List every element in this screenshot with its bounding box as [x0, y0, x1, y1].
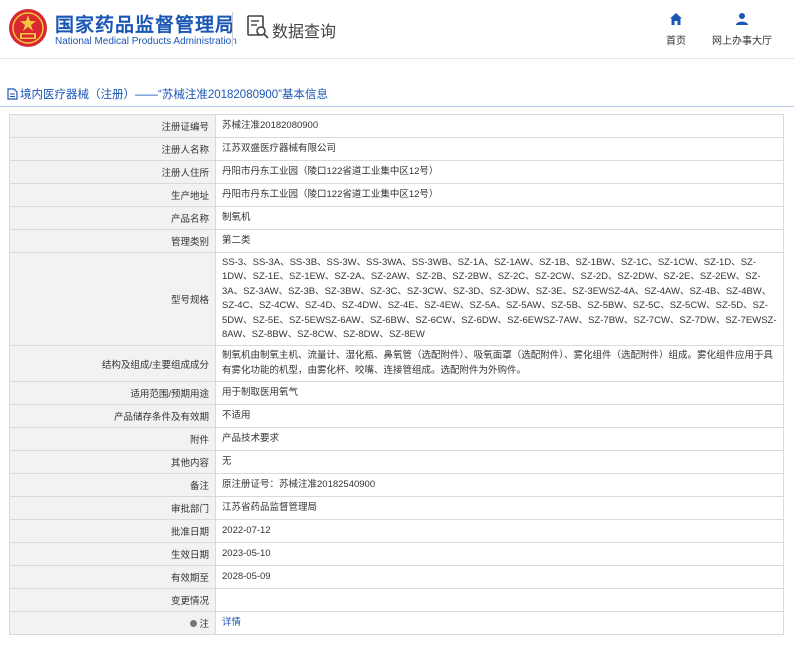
row-label: 产品储存条件及有效期 [9, 404, 216, 429]
row-value: 江苏双盛医疗器械有限公司 [215, 137, 784, 161]
row-value [215, 588, 784, 613]
table-row: 产品名称 制氧机 [9, 206, 784, 230]
row-label: 批准日期 [9, 519, 216, 544]
detail-table: 注册证编号 苏械注准20182080900 注册人名称 江苏双盛医疗器械有限公司 注册人… [9, 114, 784, 636]
table-row: 结构及组成/主要组成成分 制氧机由制氧主机、流量计、湿化瓶、鼻氧管（选配附件）、吸… [9, 345, 784, 383]
record-title-bar: 境内医疗器械（注册）——“苏械注准20182080900”基本信息 [0, 84, 794, 107]
table-row: 产品储存条件及有效期 不适用 [9, 404, 784, 429]
row-value: 丹阳市丹东工业园（陵口122省道工业集中区12号） [215, 160, 784, 184]
table-row: 适用范围/预期用途 用于制取医用氧气 [9, 381, 784, 406]
row-label: 产品名称 [9, 206, 216, 230]
nmpa-emblem-icon [9, 9, 47, 47]
home-icon [670, 13, 682, 25]
row-value: 原注册证号：苏械注准20182540900 [215, 473, 784, 498]
row-value: 制氧机由制氧主机、流量计、湿化瓶、鼻氧管（选配附件）、吸氧面罩（选配附件）、雾化… [215, 345, 784, 383]
row-value: 江苏省药品监督管理局 [215, 496, 784, 521]
row-value: SS-3、SS-3A、SS-3B、SS-3W、SS-3WA、SS-3WB、SZ-… [215, 251, 784, 347]
row-value: 2023-05-10 [215, 542, 784, 567]
table-row: 型号规格 SS-3、SS-3A、SS-3B、SS-3W、SS-3WA、SS-3WB… [9, 251, 784, 347]
row-value: 制氧机 [215, 206, 784, 230]
row-value: 2028-05-09 [215, 565, 784, 590]
section-title: 数据查询 [272, 24, 337, 41]
row-label: 管理类别 [9, 229, 216, 253]
row-label: 结构及组成/主要组成成分 [9, 345, 216, 383]
row-label: 生效日期 [9, 542, 216, 567]
header-divider [232, 12, 233, 46]
details-link[interactable]: 详情 [222, 617, 241, 628]
table-row: 注册人住所 丹阳市丹东工业园（陵口122省道工业集中区12号） [9, 160, 784, 184]
note-label: 注 [199, 619, 209, 631]
row-value: 苏械注准20182080900 [215, 114, 784, 138]
row-value: 2022-07-12 [215, 519, 784, 544]
table-row: 附件 产品技术要求 [9, 427, 784, 452]
table-row: 生效日期 2023-05-10 [9, 542, 784, 567]
table-row: 注册人名称 江苏双盛医疗器械有限公司 [9, 137, 784, 161]
table-row: 生产地址 丹阳市丹东工业园（陵口122省道工业集中区12号） [9, 183, 784, 207]
site-header: 国家药品监督管理局 National Medical Products Admi… [0, 0, 794, 59]
row-label: 型号规格 [9, 251, 216, 347]
document-icon [7, 88, 18, 100]
row-value: 丹阳市丹东工业园（陵口122省道工业集中区12号） [215, 183, 784, 207]
row-label: 生产地址 [9, 183, 216, 207]
row-value: 第二类 [215, 229, 784, 253]
nav-office-label: 网上办事大厅 [712, 36, 772, 47]
table-row: 变更情况 [9, 588, 784, 613]
nav-home-label: 首页 [666, 36, 686, 47]
table-row: 注册证编号 苏械注准20182080900 [9, 114, 784, 138]
row-label: 适用范围/预期用途 [9, 381, 216, 406]
nav-home[interactable]: 首页 [656, 12, 696, 47]
row-label: 附件 [9, 427, 216, 452]
org-name-en: National Medical Products Administration [55, 36, 237, 47]
record-title: 境内医疗器械（注册）——“苏械注准20182080900”基本信息 [20, 89, 329, 101]
nav-online-office[interactable]: 网上办事大厅 [707, 12, 777, 47]
row-label: 其他内容 [9, 450, 216, 475]
row-label: 注册人名称 [9, 137, 216, 161]
data-query-icon [247, 15, 269, 39]
table-row: 备注 原注册证号：苏械注准20182540900 [9, 473, 784, 498]
bulb-icon [190, 620, 198, 628]
org-name-cn: 国家药品监督管理局 [55, 15, 236, 36]
row-label: 有效期至 [9, 565, 216, 590]
row-value: 产品技术要求 [215, 427, 784, 452]
row-label: 变更情况 [9, 588, 216, 613]
table-row: 有效期至 2028-05-09 [9, 565, 784, 590]
user-icon [736, 13, 748, 25]
row-label: 审批部门 [9, 496, 216, 521]
row-label: 注册证编号 [9, 114, 216, 138]
row-label: 注册人住所 [9, 160, 216, 184]
detail-table-wrap: 注册证编号 苏械注准20182080900 注册人名称 江苏双盛医疗器械有限公司 注册人… [9, 114, 784, 636]
note-value-cell: 详情 [215, 611, 784, 636]
table-row: 审批部门 江苏省药品监督管理局 [9, 496, 784, 521]
row-value: 不适用 [215, 404, 784, 429]
note-label-cell: 注 [9, 611, 216, 636]
row-value: 无 [215, 450, 784, 475]
table-row-note: 注 详情 [9, 611, 784, 636]
table-row: 其他内容无 [9, 450, 784, 475]
row-value: 用于制取医用氧气 [215, 381, 784, 406]
row-label: 备注 [9, 473, 216, 498]
table-row: 批准日期 2022-07-12 [9, 519, 784, 544]
table-row: 管理类别 第二类 [9, 229, 784, 253]
